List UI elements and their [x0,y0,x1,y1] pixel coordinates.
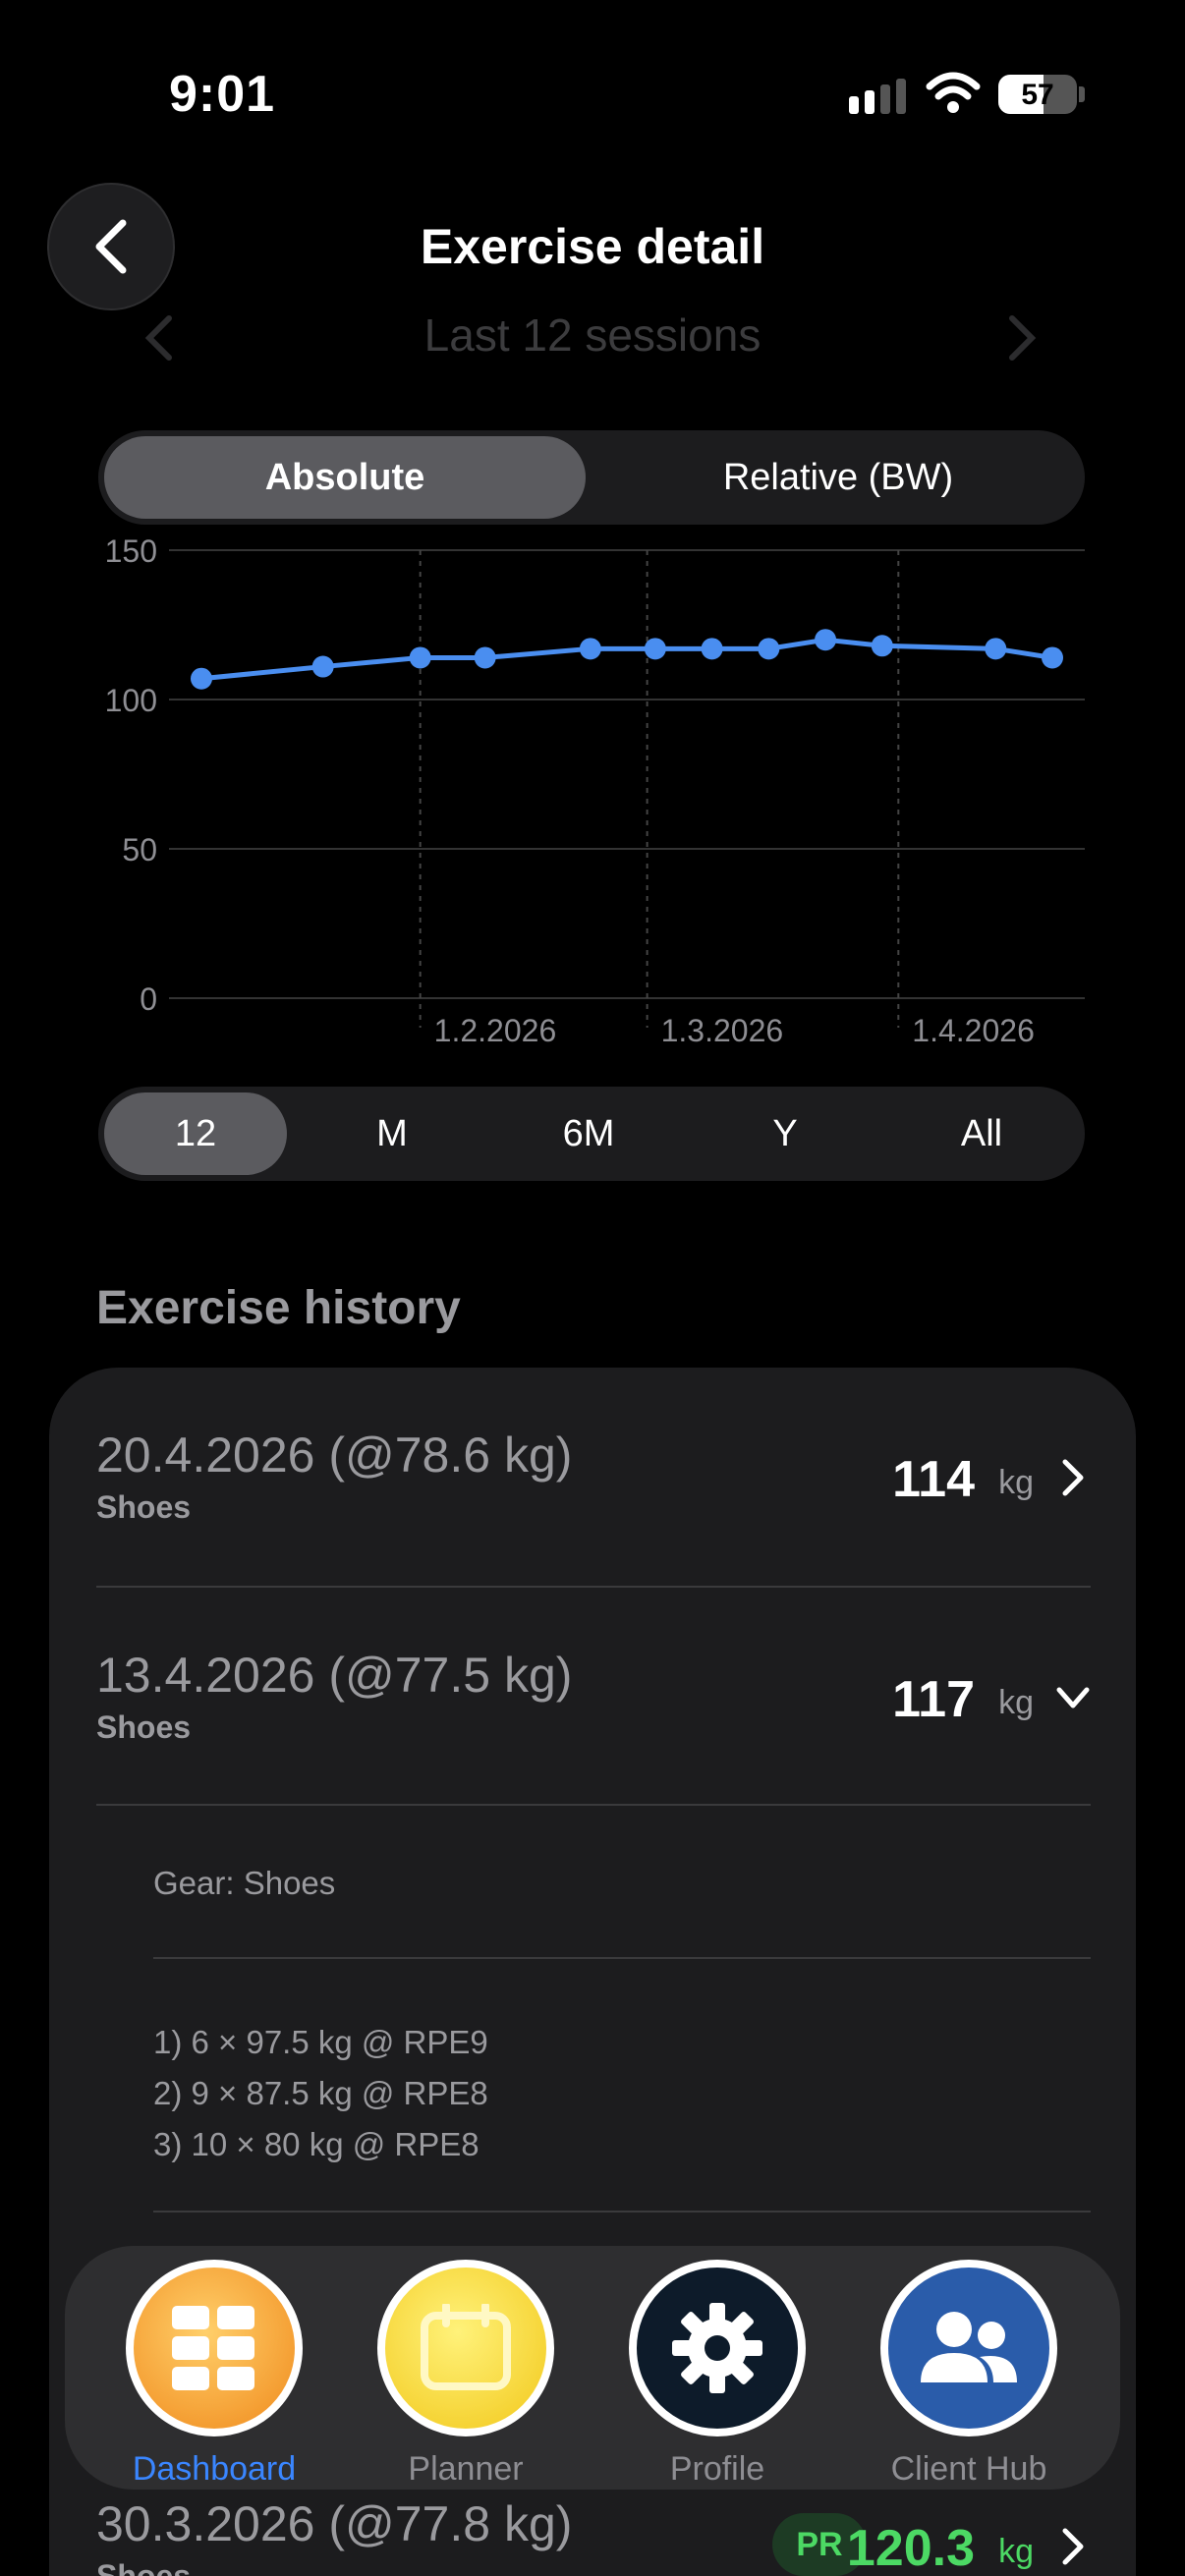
history-unit: kg [998,2533,1034,2570]
divider [96,1804,1091,1806]
data-point [758,638,780,660]
chevron-right-icon [1062,2528,1084,2565]
set-line: 1) 6 × 97.5 kg @ RPE9 [153,2024,488,2060]
battery-tip [1079,86,1085,102]
mode-absolute-tab[interactable]: Absolute [104,436,586,519]
battery-level: 57 [1021,79,1054,111]
people-icon [880,2260,1057,2436]
history-item[interactable]: 20.4.2026 (@78.6 kg) Shoes 114 kg [96,1427,1091,1544]
history-value: 114 [892,1451,975,1508]
wifi-icon [926,72,981,113]
chevron-down-icon [1056,1687,1090,1708]
data-point [474,646,496,669]
data-point [815,629,837,651]
history-value: 120.3 [846,2520,975,2576]
chevron-right-icon [1062,1459,1084,1496]
page-title: Exercise detail [420,219,765,274]
tab-planner[interactable]: Planner [348,2246,584,2490]
history-date: 20.4.2026 (@78.6 kg) [96,1428,573,1483]
history-unit: kg [998,1464,1034,1501]
chevron-right-icon[interactable] [1002,312,1042,364]
range-month[interactable]: M [301,1092,483,1175]
divider [153,2211,1091,2212]
y-tick-label: 0 [140,981,157,1017]
y-tick-label: 50 [122,832,157,868]
range-year[interactable]: Y [694,1092,876,1175]
x-tick-label: 1.2.2026 [434,1013,557,1048]
x-tick-label: 1.4.2026 [912,1013,1035,1048]
data-point [311,655,334,678]
progress-chart: 0 50 100 150 1.2.2026 1.3.2026 1.4.2026 [105,533,1085,1048]
history-item-expanded[interactable]: 13.4.2026 (@77.5 kg) Shoes 117 kg [96,1647,1091,1764]
tab-profile[interactable]: Profile [599,2246,835,2490]
tab-bar: Dashboard Planner Profile Client Hub [65,2246,1120,2490]
tab-label: Client Hub [890,2450,1047,2488]
battery-icon: 57 [998,75,1077,114]
tab-label: Profile [669,2450,765,2488]
y-tick-label: 150 [105,533,157,569]
cellular-signal-icon [849,79,906,114]
history-value: 117 [892,1671,975,1728]
detail-gear: Gear: Shoes [153,1865,336,1901]
history-gear: Shoes [96,2558,192,2576]
calendar-icon [377,2260,554,2436]
data-point [409,646,431,669]
range-all[interactable]: All [890,1092,1073,1175]
tab-client-hub[interactable]: Client Hub [851,2246,1087,2490]
mode-toggle: Absolute Relative (BW) [98,430,1085,525]
range-12[interactable]: 12 [104,1092,287,1175]
data-point [644,638,666,660]
tab-label: Planner [408,2450,524,2488]
divider [153,1957,1091,1959]
set-line: 3) 10 × 80 kg @ RPE8 [153,2126,480,2162]
mode-relative-tab[interactable]: Relative (BW) [597,436,1079,519]
data-point [1042,646,1064,669]
range-6-months[interactable]: 6M [497,1092,680,1175]
range-selector: 12 M 6M Y All [98,1087,1085,1181]
tab-dashboard[interactable]: Dashboard [96,2246,332,2490]
data-point [871,635,893,657]
status-bar: 9:01 57 [0,0,1185,177]
y-tick-label: 100 [105,683,157,718]
history-title: Exercise history [96,1282,461,1334]
data-point [985,638,1007,660]
data-point [579,638,601,660]
history-date: 30.3.2026 (@77.8 kg) [96,2496,573,2551]
tab-label: Dashboard [132,2450,297,2488]
set-line: 2) 9 × 87.5 kg @ RPE8 [153,2075,488,2111]
grid-icon [126,2260,303,2436]
history-date: 13.4.2026 (@77.5 kg) [96,1648,573,1703]
divider [96,1586,1091,1588]
history-unit: kg [998,1684,1034,1721]
history-gear: Shoes [96,1709,192,1745]
x-tick-label: 1.3.2026 [661,1013,784,1048]
data-point [701,638,723,660]
status-time: 9:01 [169,66,276,123]
data-point [190,667,212,690]
history-item[interactable]: 30.3.2026 (@77.8 kg) Shoes PR 120.3 kg [96,2495,1091,2576]
gear-icon [629,2260,806,2436]
history-gear: Shoes [96,1489,192,1525]
